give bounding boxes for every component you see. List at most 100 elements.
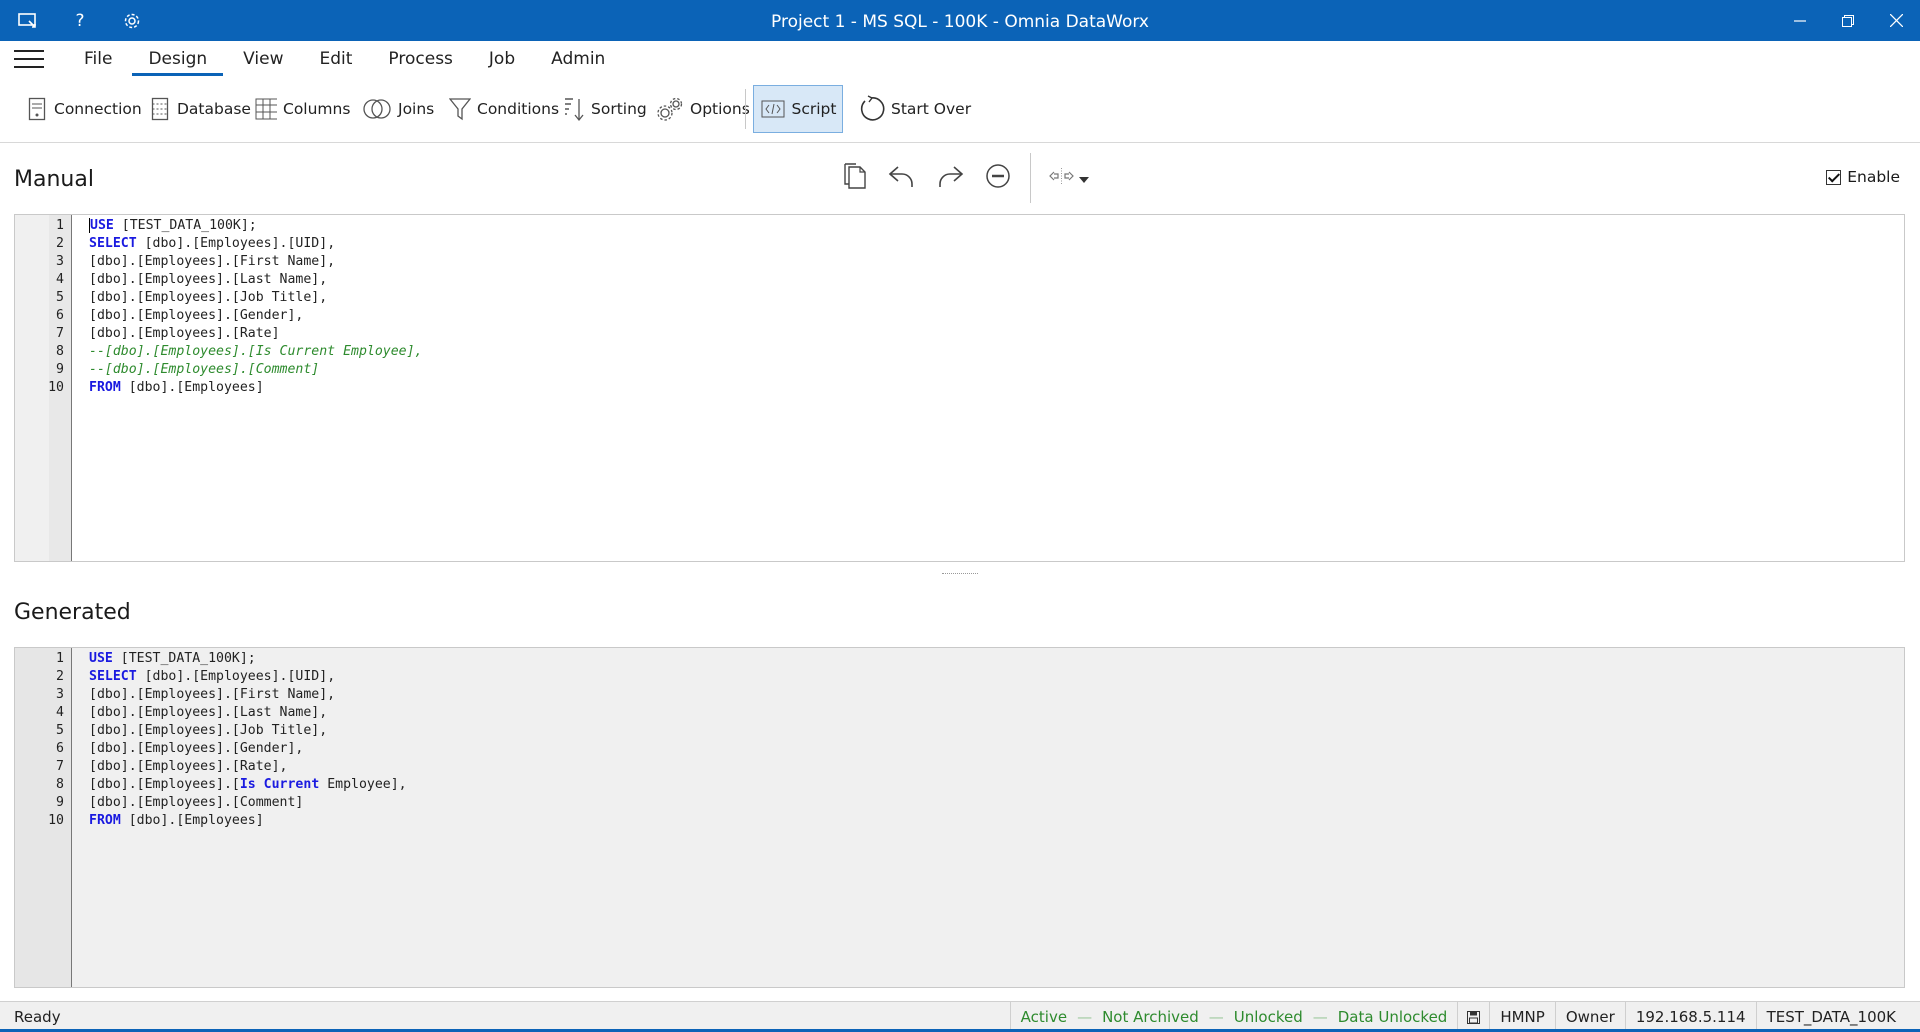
code-text: USE [TEST_DATA_100K]; [89, 650, 256, 668]
code-text: [dbo].[Employees].[Last Name], [89, 271, 327, 289]
status-separator: — [1077, 1008, 1093, 1026]
sql-text: [dbo].[Employees].[Job Title], [89, 723, 328, 738]
status-bar: Ready Active — Not Archived — Unlocked —… [0, 1001, 1920, 1032]
columns-label: Columns [283, 100, 351, 118]
enable-manual-checkbox[interactable]: Enable [1826, 168, 1900, 186]
code-text: SELECT [dbo].[Employees].[UID], [89, 235, 335, 253]
menu-process[interactable]: Process [370, 41, 471, 77]
chevron-down-icon [1079, 169, 1089, 187]
settings-gear-icon[interactable] [120, 9, 144, 33]
script-button[interactable]: Script [753, 85, 843, 133]
status-role: Owner [1554, 1002, 1625, 1032]
sql-keyword: FROM [89, 813, 121, 828]
editor-toolbar [830, 153, 1099, 203]
sql-comment: --[dbo].[Employees].[Comment] [89, 362, 320, 377]
sql-text: [dbo].[Employees].[Comment] [89, 795, 304, 810]
pane-splitter[interactable] [942, 573, 978, 577]
redo-icon [936, 164, 964, 192]
status-ip: 192.168.5.114 [1624, 1002, 1756, 1032]
code-text: [dbo].[Employees].[Gender], [89, 740, 303, 758]
help-icon[interactable]: ? [68, 9, 92, 33]
options-button[interactable]: Options [652, 85, 754, 133]
code-text: USE [TEST_DATA_100K]; [89, 217, 257, 235]
menu-job[interactable]: Job [471, 41, 533, 77]
joins-label: Joins [398, 100, 435, 118]
line-number: 1 [56, 651, 64, 666]
minimize-button[interactable] [1776, 0, 1824, 41]
line-number: 8 [56, 777, 64, 792]
code-text: [dbo].[Employees].[Is Current Employee], [89, 776, 407, 794]
code-text: [dbo].[Employees].[First Name], [89, 686, 335, 704]
line-number: 2 [56, 236, 64, 251]
clear-button[interactable] [974, 160, 1022, 196]
line-number: 5 [56, 723, 64, 738]
sql-text: [dbo].[Employees].[Rate], [89, 759, 288, 774]
sql-keyword: SELECT [89, 669, 137, 684]
code-text: [dbo].[Employees].[Last Name], [89, 704, 327, 722]
menu-file[interactable]: File [66, 41, 130, 77]
sql-keyword: SELECT [89, 236, 137, 251]
hamburger-menu-icon[interactable] [14, 50, 44, 70]
minus-circle-icon [985, 163, 1011, 193]
menu-view[interactable]: View [225, 41, 301, 77]
menu-admin[interactable]: Admin [533, 41, 623, 77]
line-number: 2 [56, 669, 64, 684]
code-text: [dbo].[Employees].[Job Title], [89, 722, 327, 740]
window-title: Project 1 - MS SQL - 100K - Omnia DataWo… [771, 12, 1149, 32]
generated-script-editor[interactable]: 1 USE [TEST_DATA_100K]; 2 SELECT [dbo].[Emp… [14, 647, 1905, 988]
sorting-button[interactable]: Sorting [559, 85, 651, 133]
status-active: Active [1020, 1008, 1068, 1026]
word-wrap-dropdown[interactable] [1039, 160, 1099, 196]
connection-button[interactable]: Connection [22, 85, 146, 133]
joins-button[interactable]: Joins [358, 85, 438, 133]
sql-keyword: USE [89, 651, 113, 666]
refresh-icon [857, 95, 885, 122]
sql-text: [dbo].[Employees].[Rate] [89, 326, 280, 341]
sql-text: [TEST_DATA_100K]; [113, 218, 257, 233]
save-disk-icon[interactable] [1457, 1002, 1489, 1032]
menu-design[interactable]: Design [130, 41, 225, 77]
line-number: 6 [56, 741, 64, 756]
database-button[interactable]: Database [145, 85, 255, 133]
columns-button[interactable]: Columns [251, 85, 354, 133]
line-number: 3 [56, 687, 64, 702]
undo-button[interactable] [878, 160, 926, 196]
line-number: 1 [56, 218, 64, 233]
code-text: SELECT [dbo].[Employees].[UID], [89, 668, 335, 686]
close-button[interactable] [1872, 0, 1920, 41]
status-locked: Unlocked [1233, 1008, 1303, 1026]
line-number: 4 [56, 705, 64, 720]
line-number: 7 [56, 326, 64, 341]
redo-button[interactable] [926, 160, 974, 196]
status-archived: Not Archived [1102, 1008, 1199, 1026]
code-text: [dbo].[Employees].[Rate] [89, 325, 280, 343]
status-separator: — [1312, 1008, 1328, 1026]
restore-button[interactable] [1824, 0, 1872, 41]
line-number: 6 [56, 308, 64, 323]
copy-button[interactable] [830, 160, 878, 196]
connection-label: Connection [54, 100, 142, 118]
editor-toolbar-separator [1030, 153, 1031, 203]
enable-label: Enable [1847, 168, 1900, 186]
remote-desktop-icon[interactable] [16, 9, 40, 33]
script-label: Script [791, 100, 837, 118]
code-text: FROM [dbo].[Employees] [89, 379, 264, 397]
enable-checkbox-box[interactable] [1826, 169, 1842, 185]
code-text: [dbo].[Employees].[Comment] [89, 794, 303, 812]
filter-icon [449, 96, 471, 122]
line-number: 4 [56, 272, 64, 287]
start-over-button[interactable]: Start Over [853, 85, 975, 133]
code-text: [dbo].[Employees].[Job Title], [89, 289, 327, 307]
sql-text: [dbo].[Employees] [120, 813, 264, 828]
title-bar: ? Project 1 - MS SQL - 100K - Omnia Data… [0, 0, 1920, 41]
line-number: 5 [56, 290, 64, 305]
sql-text: [dbo].[Employees].[First Name], [89, 254, 336, 269]
conditions-button[interactable]: Conditions [445, 85, 563, 133]
manual-script-editor[interactable]: 1 USE [TEST_DATA_100K]; 2 SELECT [dbo].[Emp… [14, 214, 1905, 562]
line-number: 3 [56, 254, 64, 269]
menu-bar: File Design View Edit Process Job Admin [0, 41, 1920, 77]
code-text: --[dbo].[Employees].[Is Current Employee… [89, 343, 422, 361]
code-text: FROM [dbo].[Employees] [89, 812, 264, 830]
menu-edit[interactable]: Edit [302, 41, 371, 77]
conditions-label: Conditions [477, 100, 560, 118]
